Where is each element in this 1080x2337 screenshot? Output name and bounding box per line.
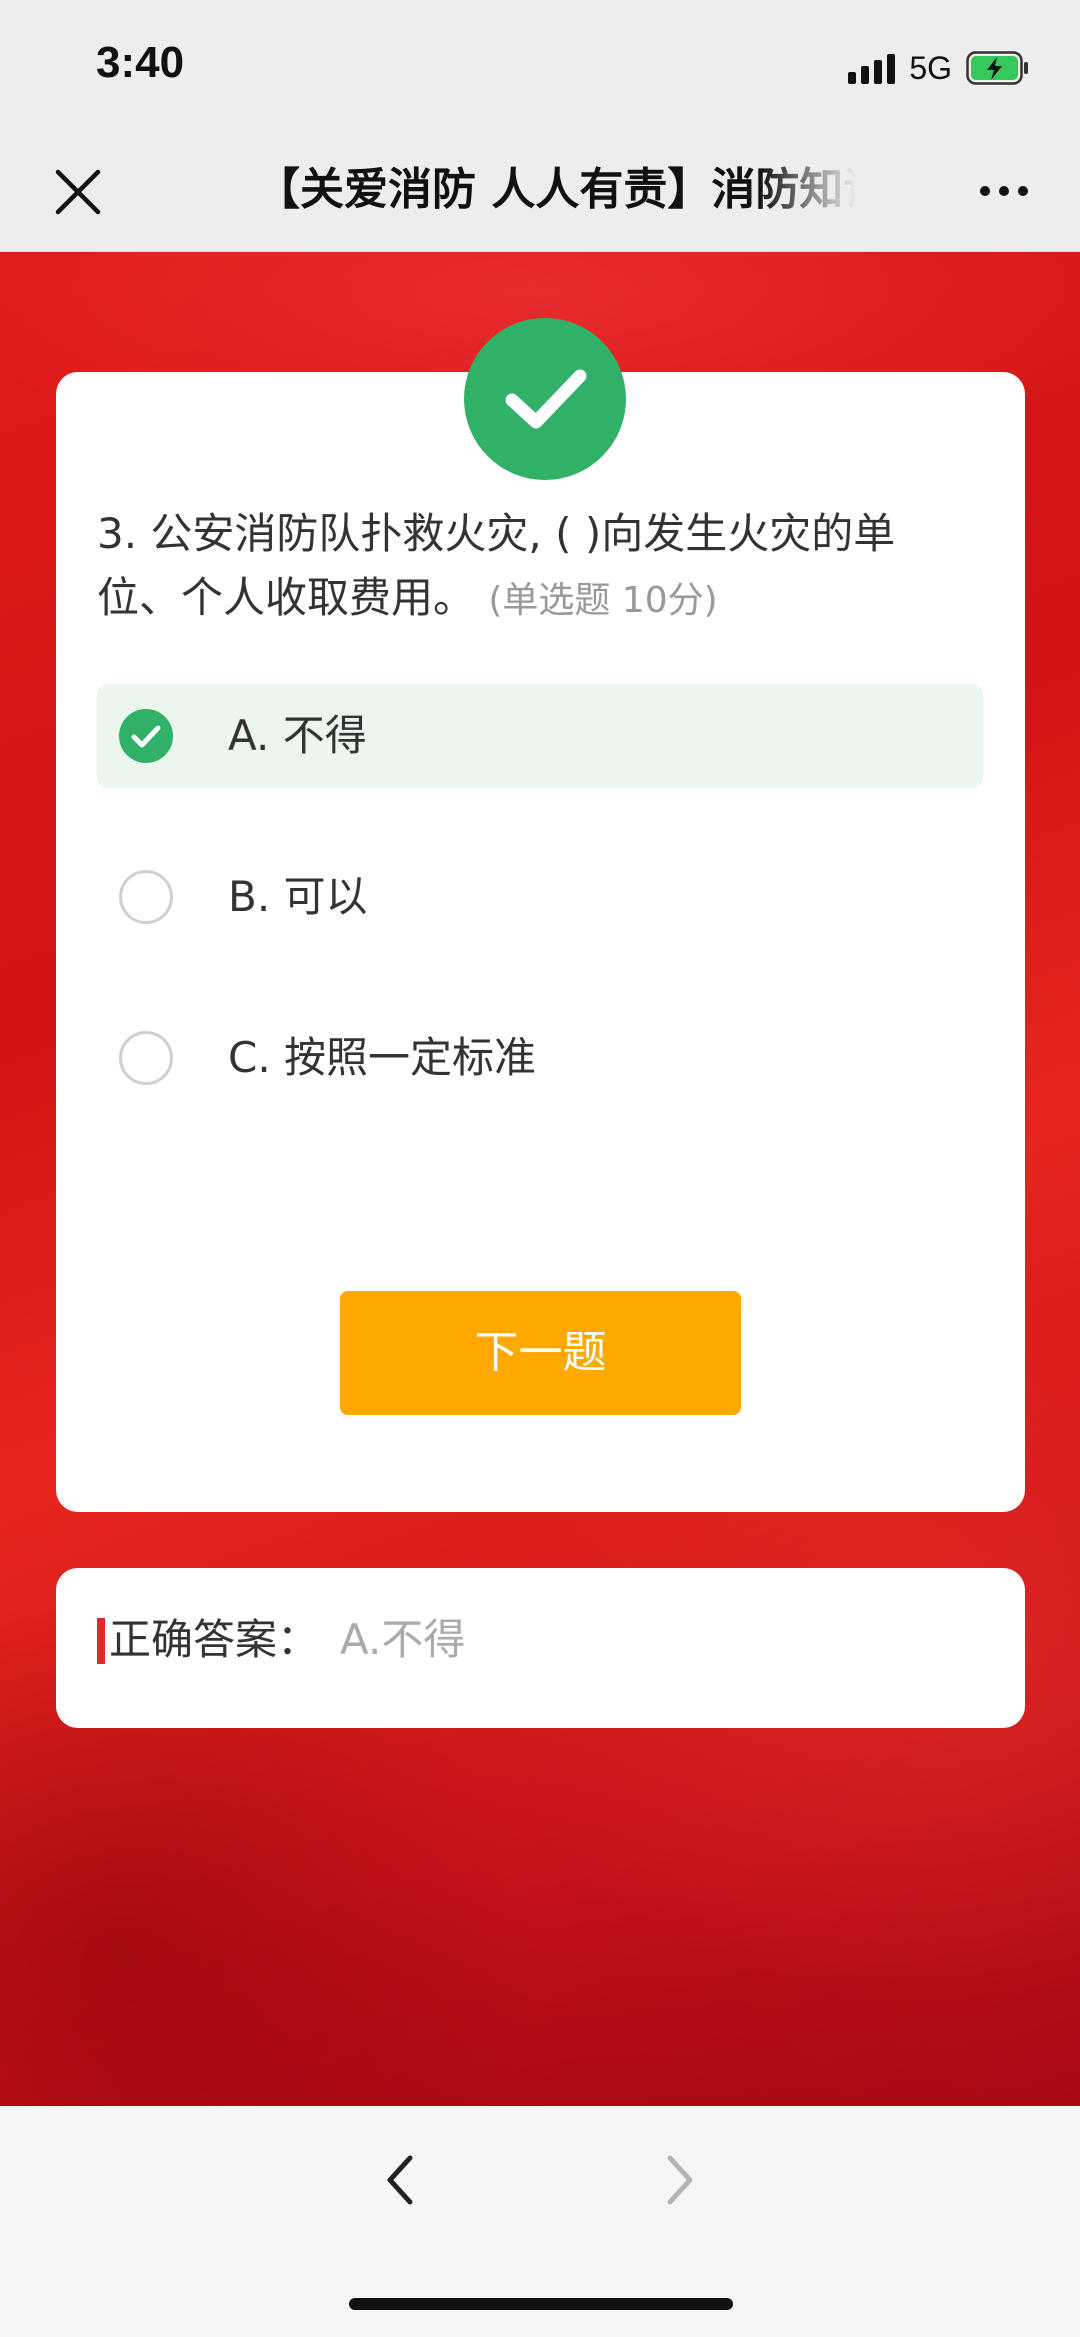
radio-icon [119, 870, 173, 924]
chevron-right-icon[interactable] [658, 2150, 702, 2210]
option-c[interactable]: C. 按照一定标准 [97, 1006, 983, 1110]
radio-icon [119, 1031, 173, 1085]
option-a[interactable]: A. 不得 [97, 684, 983, 788]
answer-card: 正确答案： A.不得 [56, 1568, 1025, 1728]
status-time: 3:40 [96, 38, 185, 87]
check-icon [464, 318, 626, 480]
home-indicator[interactable] [349, 2298, 733, 2310]
option-label: B. 可以 [228, 872, 368, 921]
more-icon[interactable] [980, 186, 1028, 196]
network-label: 5G [909, 49, 952, 86]
option-label: A. 不得 [228, 711, 367, 760]
answer-value: A.不得 [340, 1615, 466, 1664]
option-label: C. 按照一定标准 [228, 1033, 537, 1082]
close-icon[interactable] [52, 166, 104, 218]
status-bar: 3:40 5G [0, 0, 1080, 130]
battery-charging-icon [966, 51, 1030, 85]
page-title: 【关爱消防 人人有责】消防知识竞赛 [256, 164, 856, 215]
question-meta: (单选题 10分) [488, 580, 718, 621]
option-b[interactable]: B. 可以 [97, 845, 983, 949]
answer-label: 正确答案： [109, 1615, 320, 1664]
nav-bar: 【关爱消防 人人有责】消防知识竞赛 [0, 130, 1080, 252]
signal-icon [848, 52, 896, 84]
answer-accent-bar [97, 1618, 105, 1664]
chevron-left-icon[interactable] [378, 2150, 422, 2210]
status-icons: 5G [848, 48, 1030, 88]
question-text: 3. 公安消防队扑救火灾, ( )向发生火灾的单位、个人收取费用。 (单选题 1… [97, 502, 977, 633]
radio-checked-icon [119, 709, 173, 763]
next-question-button[interactable]: 下一题 [340, 1291, 741, 1415]
